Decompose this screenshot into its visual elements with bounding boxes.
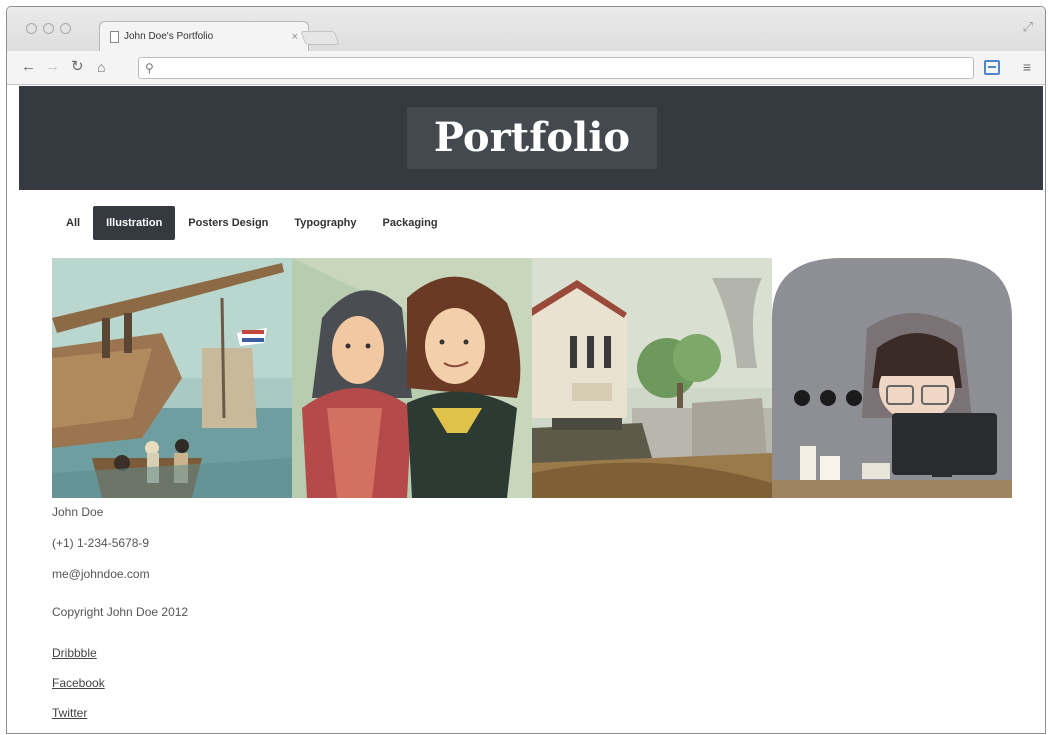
window-controls — [26, 23, 71, 34]
filter-posters-design[interactable]: Posters Design — [175, 206, 281, 240]
home-icon[interactable]: ⌂ — [97, 58, 105, 76]
forward-arrow-icon[interactable]: → — [45, 58, 60, 76]
hooded-characters-illustration[interactable] — [292, 258, 532, 498]
browser-toolbar: ← → ↻ ⌂ ⚲ ≡ — [7, 51, 1045, 85]
minimize-window-button[interactable] — [43, 23, 54, 34]
page-title: Portfolio — [407, 107, 657, 169]
filter-packaging[interactable]: Packaging — [370, 206, 451, 240]
contact-email[interactable]: me@johndoe.com — [52, 567, 150, 581]
contact-name: John Doe — [52, 505, 104, 519]
dribbble-link[interactable]: Dribbble — [52, 646, 97, 660]
browser-tab[interactable]: John Doe's Portfolio × — [99, 21, 309, 51]
site-header: Portfolio — [19, 86, 1043, 190]
filter-all[interactable]: All — [53, 206, 93, 240]
fullscreen-icon[interactable]: ⤢ — [1023, 19, 1033, 35]
page-icon — [110, 30, 119, 43]
zoom-window-button[interactable] — [60, 23, 71, 34]
back-arrow-icon[interactable]: ← — [21, 58, 36, 76]
new-tab-button[interactable] — [300, 31, 340, 45]
search-icon: ⚲ — [145, 61, 154, 75]
ships-illustration[interactable] — [52, 258, 292, 498]
filter-illustration[interactable]: Illustration — [93, 206, 176, 240]
extension-icon[interactable] — [984, 60, 1000, 75]
address-bar[interactable]: ⚲ — [138, 57, 974, 79]
close-window-button[interactable] — [26, 23, 37, 34]
town-tank-illustration[interactable] — [532, 258, 772, 498]
filter-typography[interactable]: Typography — [281, 206, 369, 240]
tab-close-icon[interactable]: × — [292, 31, 298, 43]
browser-window: John Doe's Portfolio × ⤢ ← → ↻ ⌂ ⚲ ≡ Por… — [6, 6, 1046, 734]
reload-icon[interactable]: ↻ — [71, 58, 84, 76]
menu-icon[interactable]: ≡ — [1023, 59, 1031, 75]
copyright-text: Copyright John Doe 2012 — [52, 605, 189, 619]
facebook-link[interactable]: Facebook — [52, 676, 105, 690]
tab-title: John Doe's Portfolio — [124, 31, 214, 42]
contact-phone: (+1) 1-234-5678-9 — [52, 536, 150, 550]
twitter-link[interactable]: Twitter — [52, 706, 87, 720]
tab-bar: John Doe's Portfolio × ⤢ — [7, 7, 1045, 51]
filter-nav: All Illustration Posters Design Typograp… — [53, 206, 451, 240]
laptop-character-illustration[interactable] — [772, 258, 1012, 498]
portfolio-gallery — [52, 258, 1012, 498]
page-viewport: Portfolio All Illustration Posters Desig… — [19, 86, 1043, 731]
